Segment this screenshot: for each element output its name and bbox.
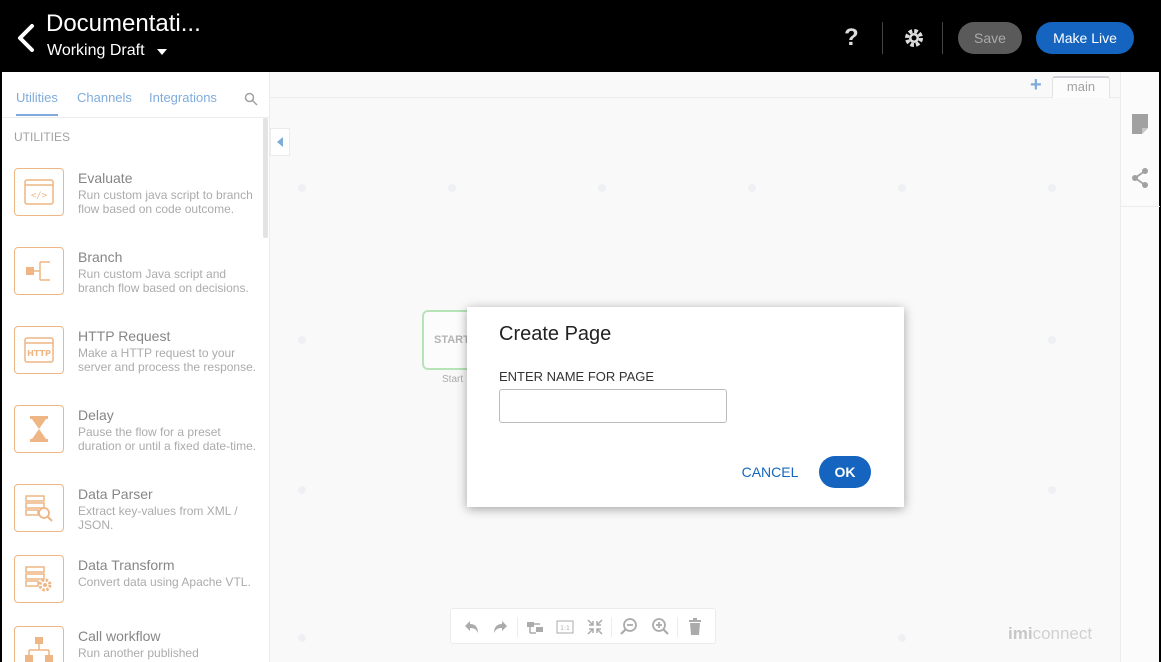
make-live-button[interactable]: Make Live [1036,22,1134,54]
app-header: Documentati... Working Draft ? Save Make… [2,2,1159,72]
gear-icon[interactable] [902,26,926,50]
dialog-title: Create Page [499,323,612,345]
create-page-dialog: Create Page ENTER NAME FOR PAGE CANCEL O… [467,307,904,507]
draft-version-dropdown[interactable]: Working Draft [47,42,167,60]
help-button[interactable]: ? [844,24,859,52]
caret-down-icon [156,49,167,55]
back-arrow-icon[interactable] [14,22,38,54]
page-name-label: ENTER NAME FOR PAGE [499,369,655,384]
header-divider [882,22,883,54]
flow-title: Documentati... [46,10,201,37]
header-divider [942,22,943,54]
page-name-input[interactable] [499,389,727,423]
save-button[interactable]: Save [958,22,1022,54]
cancel-button[interactable]: CANCEL [735,457,805,487]
draft-version-label: Working Draft [47,42,145,59]
ok-button[interactable]: OK [819,456,871,488]
